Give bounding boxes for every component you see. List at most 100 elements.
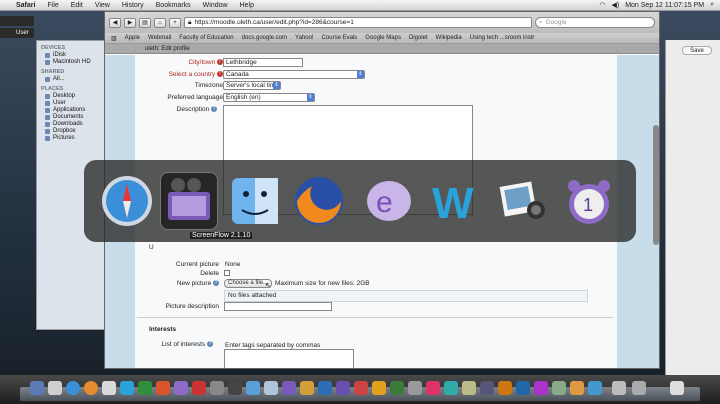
menu-view[interactable]: View: [95, 2, 110, 9]
interests-textarea[interactable]: [224, 349, 354, 368]
tab-edit-profile[interactable]: uleth: Edit profile: [105, 44, 659, 54]
dock-app-icon[interactable]: [588, 381, 602, 395]
finder-item-pictures[interactable]: Pictures: [45, 135, 105, 141]
dock-screenflow-icon[interactable]: [282, 381, 296, 395]
language-select[interactable]: English (en) ⇕: [223, 93, 315, 102]
dock-safari-icon[interactable]: [66, 381, 80, 395]
scrollbar-thumb[interactable]: [653, 125, 659, 245]
dock-calendar-icon[interactable]: [192, 381, 206, 395]
dock-app-icon[interactable]: [174, 381, 188, 395]
dock-iphoto-icon[interactable]: [264, 381, 278, 395]
dock-app-icon[interactable]: [498, 381, 512, 395]
dock-firefox-icon[interactable]: [84, 381, 98, 395]
print-button[interactable]: ▤: [139, 17, 151, 28]
dock-app-icon[interactable]: [462, 381, 476, 395]
dock-excel-icon[interactable]: [138, 381, 152, 395]
dock-app-icon[interactable]: [318, 381, 332, 395]
dock-finder-icon[interactable]: [30, 381, 44, 395]
help-icon[interactable]: ?: [207, 341, 213, 348]
delete-checkbox[interactable]: [224, 270, 230, 276]
switcher-app-alarm[interactable]: 1: [560, 172, 618, 230]
dock-app-icon[interactable]: [390, 381, 404, 395]
finder-item-all[interactable]: All...: [45, 76, 105, 82]
bookmark-webmail[interactable]: Webmail: [148, 35, 171, 41]
dock-app-icon[interactable]: [552, 381, 566, 395]
menu-file[interactable]: File: [47, 2, 58, 9]
dock-app-icon[interactable]: [570, 381, 584, 395]
finder-item-user[interactable]: User: [45, 100, 105, 106]
dock-itunes-icon[interactable]: [246, 381, 260, 395]
dock-dashboard-icon[interactable]: [48, 381, 62, 395]
dock-mail-icon[interactable]: [102, 381, 116, 395]
bookmarks-icon[interactable]: ▥: [111, 35, 117, 42]
switcher-app-iphoto[interactable]: [494, 172, 552, 230]
back-button[interactable]: ◀: [109, 17, 121, 28]
dock-powerpoint-icon[interactable]: [156, 381, 170, 395]
files-dropzone[interactable]: No files attached: [224, 290, 588, 302]
timezone-select[interactable]: Server's local time ⇕: [223, 81, 281, 90]
finder-item-macintosh-hd[interactable]: Macintosh HD: [45, 59, 105, 65]
finder-item-documents[interactable]: Documents: [45, 114, 105, 120]
menu-bookmarks[interactable]: Bookmarks: [156, 2, 191, 9]
city-label: City/town: [188, 59, 216, 66]
dock-preferences-icon[interactable]: [210, 381, 224, 395]
dock-documents-stack-icon[interactable]: [612, 381, 626, 395]
forward-button[interactable]: ▶: [124, 17, 136, 28]
bookmark-using-tech[interactable]: Using tech ...sroom instr: [470, 35, 535, 41]
bookmark-faculty-of-education[interactable]: Faculty of Education: [179, 35, 233, 41]
clock[interactable]: Mon Sep 12 11:07:15 PM: [625, 2, 704, 9]
finder-item-dropbox[interactable]: Dropbox: [45, 128, 105, 134]
dock-app-icon[interactable]: [516, 381, 530, 395]
finder-item-idisk[interactable]: iDisk: [45, 52, 105, 58]
left-window-user[interactable]: User: [0, 28, 34, 38]
switcher-app-word[interactable]: W: [426, 172, 484, 230]
switcher-app-safari[interactable]: [98, 172, 156, 230]
menu-history[interactable]: History: [122, 2, 144, 9]
bookmark-wikipedia[interactable]: Wikipedia: [436, 35, 462, 41]
bookmark-yahoo[interactable]: Yahoo!: [295, 35, 314, 41]
address-bar[interactable]: 🔒︎ https://moodle.uleth.ca/user/edit.php…: [184, 17, 532, 28]
picture-description-input[interactable]: [224, 302, 332, 311]
wifi-icon[interactable]: ◠: [599, 1, 605, 9]
dock-terminal-icon[interactable]: [228, 381, 242, 395]
home-button[interactable]: ⌂: [154, 17, 166, 28]
finder-item-downloads[interactable]: Downloads: [45, 121, 105, 127]
dock-app-icon[interactable]: [480, 381, 494, 395]
bookmark-course-evals[interactable]: Course Evals: [322, 35, 358, 41]
menu-window[interactable]: Window: [203, 2, 228, 9]
dock-app-icon[interactable]: [426, 381, 440, 395]
city-input[interactable]: Lethbridge: [223, 58, 303, 67]
dock-app-icon[interactable]: [408, 381, 422, 395]
dock-app-icon[interactable]: [336, 381, 350, 395]
dock-app-icon[interactable]: [444, 381, 458, 395]
switcher-app-screenflow[interactable]: [160, 172, 218, 230]
dock-downloads-stack-icon[interactable]: [632, 381, 646, 395]
dock-app-icon[interactable]: [372, 381, 386, 395]
finder-item-applications[interactable]: Applications: [45, 107, 105, 113]
search-field[interactable]: ⌕ Google: [535, 17, 655, 28]
switcher-app-finder[interactable]: [226, 172, 284, 230]
volume-icon[interactable]: ◀): [611, 1, 619, 9]
add-bookmark-button[interactable]: +: [169, 17, 181, 28]
country-select[interactable]: Canada ⇕: [223, 70, 365, 79]
dock-app-icon[interactable]: [354, 381, 368, 395]
dock-trash-icon[interactable]: [670, 381, 684, 395]
switcher-app-firefox[interactable]: [290, 172, 348, 230]
bookmark-apple[interactable]: Apple: [125, 35, 140, 41]
menu-edit[interactable]: Edit: [71, 2, 83, 9]
spotlight-icon[interactable]: ⌕: [710, 1, 714, 9]
dock-app-icon[interactable]: [300, 381, 314, 395]
dock-app-icon[interactable]: [534, 381, 548, 395]
switcher-app-e[interactable]: e: [360, 172, 418, 230]
menu-help[interactable]: Help: [240, 2, 254, 9]
help-icon[interactable]: ?: [213, 280, 219, 287]
help-icon[interactable]: ?: [211, 106, 217, 113]
menu-app-name[interactable]: Safari: [16, 2, 35, 9]
description-label-row: Description ?: [133, 106, 217, 113]
dock-word-icon[interactable]: [120, 381, 134, 395]
bookmark-digolet[interactable]: Digolet: [409, 35, 428, 41]
finder-item-desktop[interactable]: Desktop: [45, 93, 105, 99]
bookmark-docs-google[interactable]: docs.google.com: [242, 35, 287, 41]
bookmark-google-maps[interactable]: Google Maps: [365, 35, 401, 41]
save-button[interactable]: Save: [682, 46, 712, 55]
